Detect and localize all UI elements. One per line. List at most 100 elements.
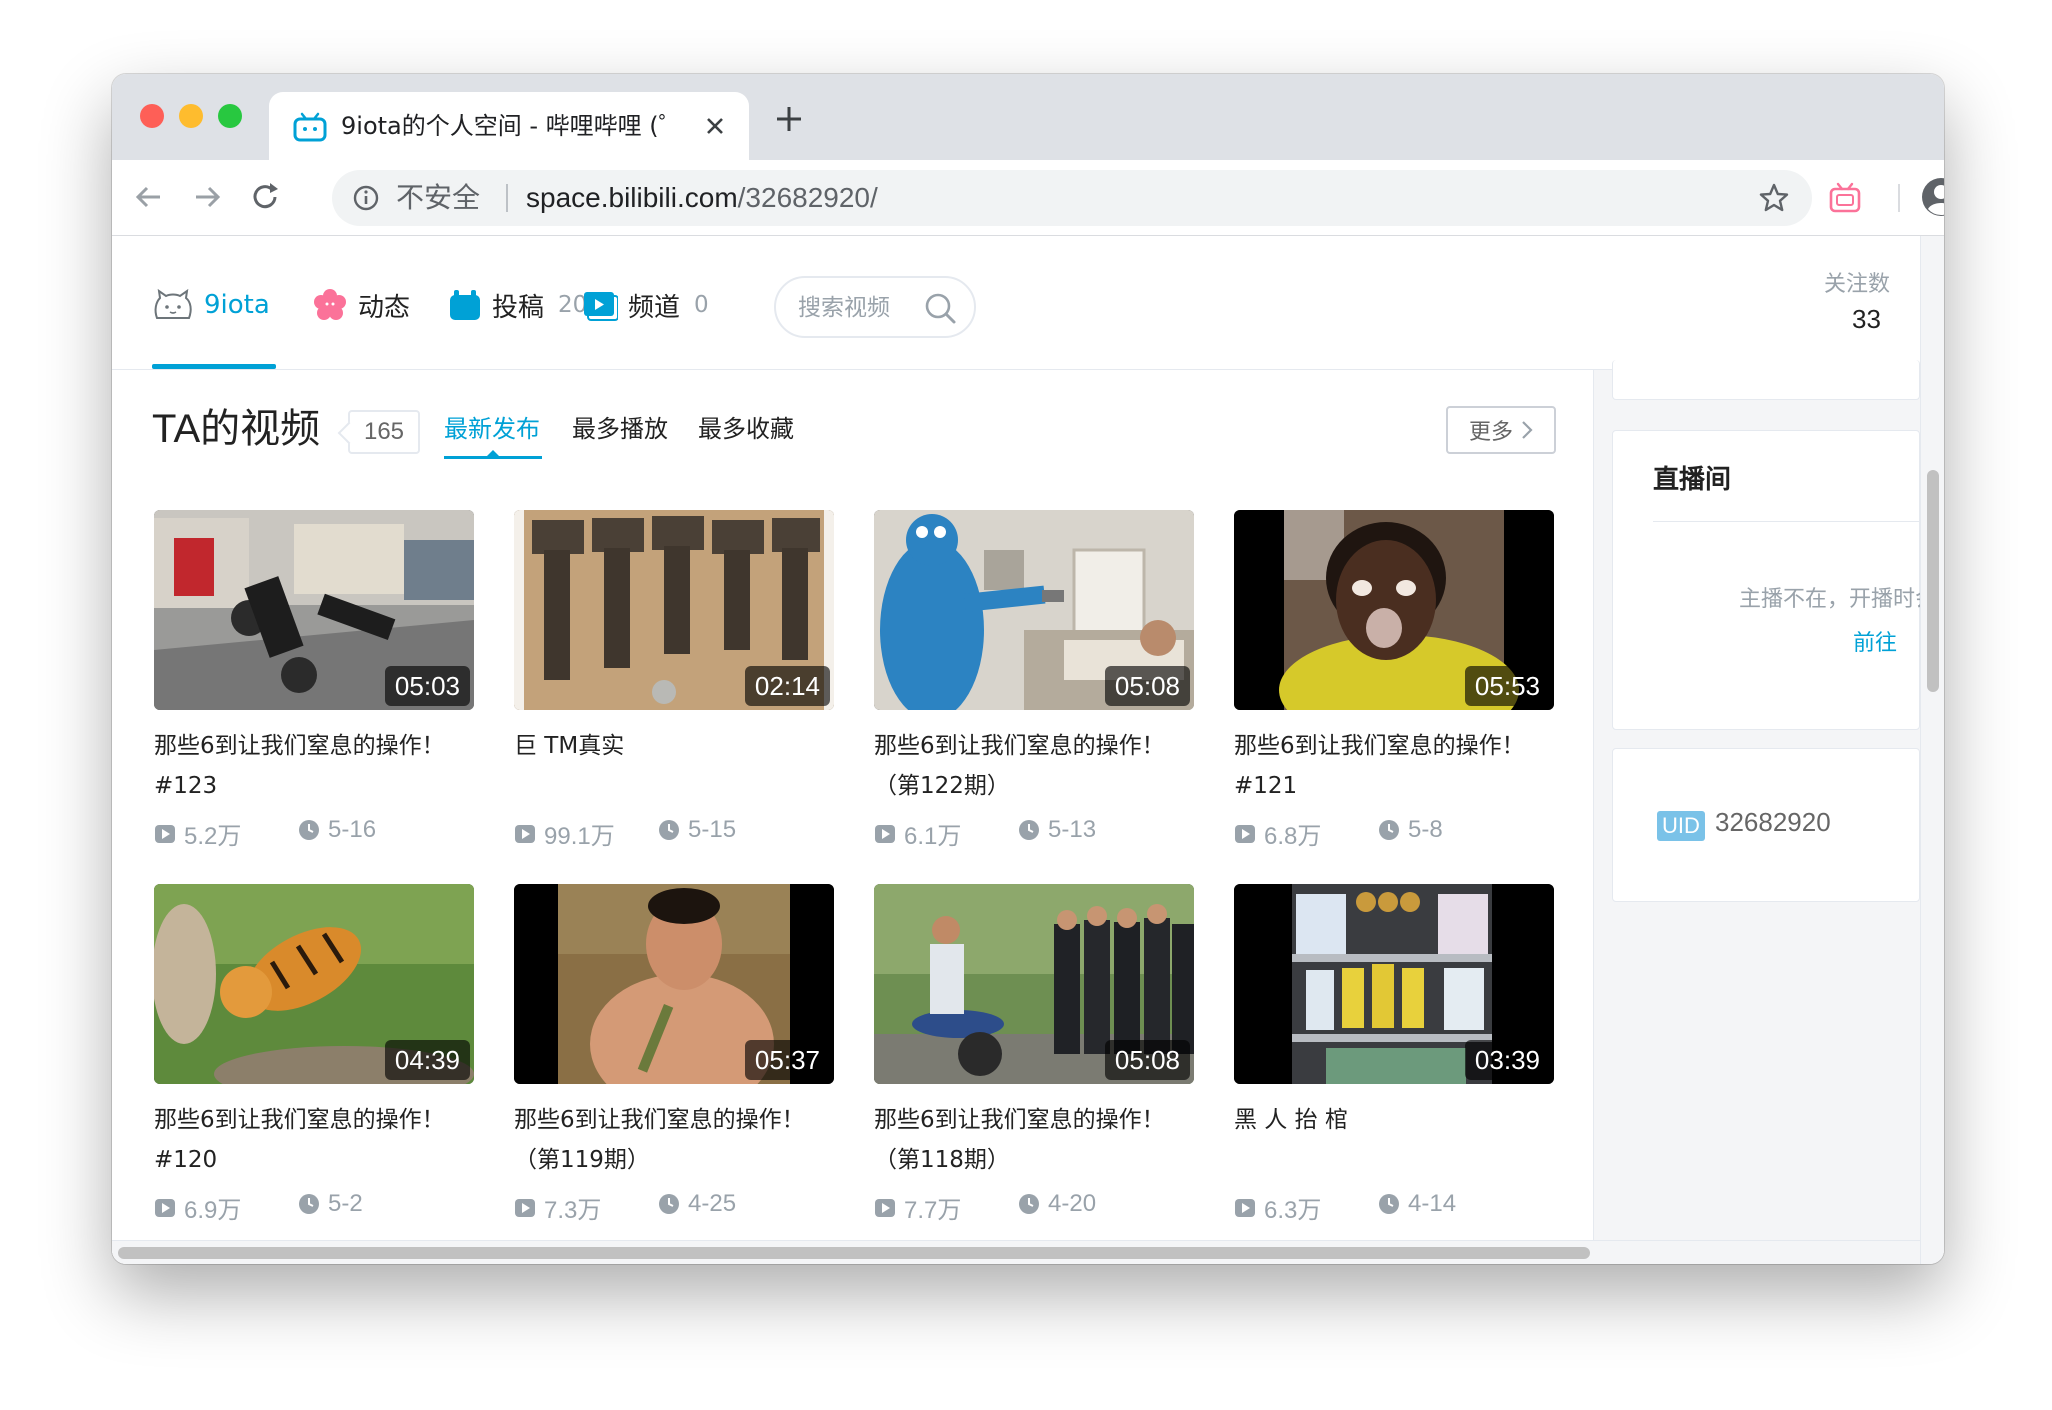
clock-icon	[1379, 1194, 1399, 1214]
video-search-input[interactable]: 搜索视频	[774, 276, 976, 338]
play-stat: 5.2万	[154, 816, 241, 851]
video-thumbnail[interactable]: 05:08	[874, 510, 1194, 710]
play-count: 7.7万	[904, 1197, 962, 1224]
url-text[interactable]: space.bilibili.com/32682920/	[526, 180, 878, 216]
tab-strip: 9iota的个人空间 - 哔哩哔哩 (゜-゜)つロ 干杯~-bilibili	[112, 74, 1944, 160]
uid-card: UID 32682920	[1612, 748, 1920, 902]
browser-toolbar: 不安全 space.bilibili.com/32682920/	[112, 160, 1944, 236]
page-content: 9iota 动态 投稿 202 频道 0 搜索视频 关注数 33 TA的视频 1…	[112, 236, 1944, 1264]
video-title[interactable]: 巨 TM真实	[514, 726, 834, 806]
video-card[interactable]: 04:39 那些6到让我们窒息的操作！#120 6.9万 5-2	[154, 884, 474, 1244]
star-icon[interactable]	[1758, 182, 1790, 214]
video-thumbnail[interactable]: 02:14	[514, 510, 834, 710]
video-title[interactable]: 那些6到让我们窒息的操作！（第119期）	[514, 1100, 834, 1180]
nav-uploads-label: 投稿	[492, 292, 545, 323]
videos-section: TA的视频 165 最新发布 最多播放 最多收藏 更多 05:03 那些6到让我…	[112, 370, 1594, 1264]
channel-icon	[584, 292, 618, 321]
browser-window: 9iota的个人空间 - 哔哩哔哩 (゜-゜)つロ 干杯~-bilibili	[112, 74, 1944, 1264]
sort-tab-most-favorited[interactable]: 最多收藏	[698, 412, 794, 446]
video-thumbnail[interactable]: 03:39	[1234, 884, 1554, 1084]
play-stat: 99.1万	[514, 816, 615, 851]
video-card[interactable]: 02:14 巨 TM真实 99.1万 5-15	[514, 510, 834, 870]
search-icon[interactable]	[922, 290, 958, 326]
username: 9iota	[204, 290, 270, 320]
video-card[interactable]: 05:08 那些6到让我们窒息的操作！（第118期） 7.7万 4-20	[874, 884, 1194, 1244]
cat-avatar-icon	[154, 288, 192, 319]
video-duration: 04:39	[384, 1040, 470, 1080]
video-card[interactable]: 05:37 那些6到让我们窒息的操作！（第119期） 7.3万 4-25	[514, 884, 834, 1244]
window-maximize-button[interactable]	[218, 104, 242, 128]
forward-arrow-icon[interactable]	[190, 180, 224, 214]
address-bar[interactable]: 不安全 space.bilibili.com/32682920/	[332, 170, 1812, 226]
sort-tab-latest[interactable]: 最新发布	[444, 412, 540, 446]
video-meta: 7.7万 4-20	[874, 1190, 1194, 1224]
video-title[interactable]: 那些6到让我们窒息的操作！（第118期）	[874, 1100, 1194, 1180]
video-meta: 6.8万 5-8	[1234, 816, 1554, 850]
nav-home[interactable]: 9iota	[152, 280, 270, 330]
tab-bilibili-space[interactable]: 9iota的个人空间 - 哔哩哔哩 (゜-゜)つロ 干杯~-bilibili	[269, 92, 749, 160]
live-room-card: 直播间 主播不在，开播时会通知你 前往	[1612, 430, 1944, 730]
video-title[interactable]: 那些6到让我们窒息的操作！（第122期）	[874, 726, 1194, 806]
vertical-scroll-thumb[interactable]	[1927, 470, 1939, 692]
section-title: TA的视频	[152, 407, 321, 451]
more-label: 更多	[1468, 420, 1513, 445]
play-count-icon	[155, 824, 175, 843]
follow-count[interactable]: 33	[1852, 304, 1881, 335]
profile-icon[interactable]	[1920, 176, 1944, 218]
video-thumbnail[interactable]: 05:03	[154, 510, 474, 710]
video-title[interactable]: 黑 人 抬 棺	[1234, 1100, 1554, 1180]
play-stat: 6.3万	[1234, 1190, 1321, 1225]
more-button[interactable]: 更多	[1446, 406, 1556, 454]
horizontal-scroll-thumb[interactable]	[118, 1247, 1590, 1259]
nav-active-indicator	[152, 364, 276, 369]
play-count-icon	[1235, 824, 1255, 843]
video-meta: 6.3万 4-14	[1234, 1190, 1554, 1224]
video-thumbnail[interactable]: 05:53	[1234, 510, 1554, 710]
nav-channels[interactable]: 频道 0	[582, 280, 709, 330]
vertical-scrollbar[interactable]	[1920, 236, 1944, 1264]
publish-date: 4-20	[1048, 1190, 1097, 1217]
video-title[interactable]: 那些6到让我们窒息的操作！#123	[154, 726, 474, 806]
url-host: space.bilibili.com	[526, 182, 738, 213]
video-thumbnail[interactable]: 04:39	[154, 884, 474, 1084]
close-icon[interactable]	[701, 112, 729, 140]
publish-date: 5-16	[328, 816, 377, 843]
plus-icon[interactable]	[774, 104, 804, 134]
clock-icon	[659, 1194, 679, 1214]
clock-icon	[299, 1194, 319, 1214]
video-thumbnail[interactable]: 05:37	[514, 884, 834, 1084]
nav-dynamic[interactable]: 动态	[312, 280, 410, 330]
back-arrow-icon[interactable]	[132, 180, 166, 214]
video-title[interactable]: 那些6到让我们窒息的操作！#121	[1234, 726, 1554, 806]
video-card[interactable]: 05:03 那些6到让我们窒息的操作！#123 5.2万 5-16	[154, 510, 474, 870]
bilibili-tv-icon	[293, 112, 327, 142]
video-thumbnail[interactable]: 05:08	[874, 884, 1194, 1084]
reload-icon[interactable]	[248, 180, 282, 214]
video-duration: 05:53	[1464, 666, 1550, 706]
window-close-button[interactable]	[140, 104, 164, 128]
video-duration: 05:08	[1104, 1040, 1190, 1080]
horizontal-scrollbar[interactable]	[112, 1240, 1920, 1264]
video-card[interactable]: 05:08 那些6到让我们窒息的操作！（第122期） 6.1万 5-13	[874, 510, 1194, 870]
search-placeholder: 搜索视频	[798, 295, 890, 321]
omnibox-divider	[506, 184, 508, 212]
live-room-link[interactable]: 前往	[1853, 625, 1897, 657]
play-count: 6.8万	[1264, 823, 1322, 850]
window-minimize-button[interactable]	[179, 104, 203, 128]
video-card[interactable]: 05:53 那些6到让我们窒息的操作！#121 6.8万 5-8	[1234, 510, 1554, 870]
play-count-icon	[515, 824, 535, 843]
video-title[interactable]: 那些6到让我们窒息的操作！#120	[154, 1100, 474, 1180]
date-stat: 4-14	[1378, 1190, 1456, 1218]
toolbar-divider	[1898, 184, 1900, 212]
bilibili-extension-icon[interactable]	[1828, 181, 1862, 215]
nav-uploads[interactable]: 投稿 202	[448, 280, 602, 330]
sort-tab-most-played[interactable]: 最多播放	[572, 412, 668, 446]
play-count: 6.3万	[1264, 1197, 1322, 1224]
security-label[interactable]: 不安全	[396, 180, 480, 216]
play-count-icon	[875, 824, 895, 843]
date-stat: 4-20	[1018, 1190, 1096, 1218]
clock-icon	[299, 820, 319, 840]
play-count: 7.3万	[544, 1197, 602, 1224]
video-card[interactable]: 03:39 黑 人 抬 棺 6.3万 4-14	[1234, 884, 1554, 1244]
info-icon[interactable]	[352, 184, 380, 212]
